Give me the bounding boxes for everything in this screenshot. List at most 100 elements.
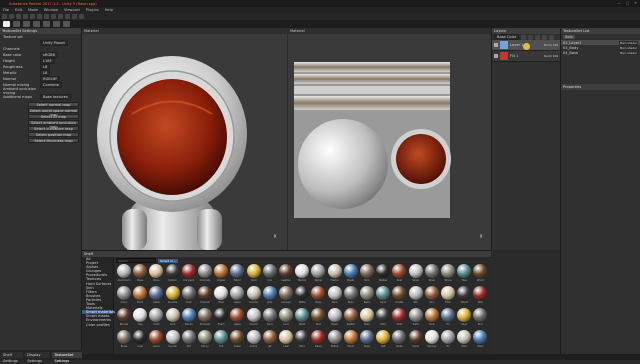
- material-thumbnail[interactable]: [279, 264, 293, 278]
- select-map-button[interactable]: Select ambient occlusion map: [28, 120, 79, 129]
- material-thumbnail[interactable]: [230, 308, 245, 322]
- material-thumbnail[interactable]: [473, 286, 488, 300]
- material-thumbnail[interactable]: [360, 264, 374, 278]
- material-thumbnail[interactable]: [149, 286, 164, 300]
- material-thumbnail[interactable]: [198, 264, 212, 278]
- material-thumbnail[interactable]: [246, 330, 261, 344]
- material-thumbnail[interactable]: [408, 330, 423, 344]
- smudge-icon[interactable]: [43, 21, 50, 27]
- material-thumbnail[interactable]: [360, 330, 374, 344]
- menu-edit[interactable]: Edit: [15, 8, 22, 12]
- material-thumbnail[interactable]: [360, 308, 374, 322]
- material-thumbnail[interactable]: [424, 264, 439, 278]
- material-thumbnail[interactable]: [473, 330, 488, 344]
- shader-dropdown[interactable]: Main shader: [618, 40, 638, 45]
- material-thumbnail[interactable]: [262, 264, 277, 278]
- material-thumbnail[interactable]: [165, 264, 180, 278]
- material-thumbnail[interactable]: [133, 330, 148, 344]
- material-thumbnail[interactable]: [441, 286, 455, 300]
- menu-file[interactable]: File: [3, 8, 9, 12]
- menu-help[interactable]: Help: [105, 8, 113, 12]
- shelf-category[interactable]: Environments: [82, 318, 113, 322]
- tab-textureset-settings[interactable]: TextureSet Settings: [52, 352, 82, 363]
- material-thumbnail[interactable]: [165, 308, 180, 322]
- material-thumbnail[interactable]: [343, 264, 358, 278]
- material-thumbnail[interactable]: [457, 330, 472, 344]
- material-thumbnail[interactable]: [133, 264, 148, 278]
- material-thumbnail[interactable]: [295, 286, 310, 300]
- menu-plugins[interactable]: Plugins: [86, 8, 99, 12]
- material-thumbnail[interactable]: [424, 286, 439, 300]
- menu-viewport[interactable]: Viewport: [64, 8, 80, 12]
- material-thumbnail[interactable]: [246, 264, 261, 278]
- ruler-icon[interactable]: [37, 14, 42, 19]
- material-thumbnail[interactable]: [376, 308, 391, 322]
- material-thumbnail[interactable]: [181, 264, 196, 278]
- color-picker-icon[interactable]: [63, 21, 70, 27]
- material-thumbnail[interactable]: [327, 264, 342, 278]
- eye-icon[interactable]: [494, 43, 498, 47]
- material-thumbnail[interactable]: [279, 308, 293, 322]
- menu-mode[interactable]: Mode: [28, 8, 38, 12]
- settings-row-value[interactable]: Unity Planet: [40, 40, 68, 46]
- material-thumbnail[interactable]: [343, 330, 358, 344]
- material-thumbnail[interactable]: [311, 308, 326, 322]
- material-thumbnail[interactable]: [279, 286, 293, 300]
- select-map-button[interactable]: Select position map: [28, 132, 79, 137]
- material-thumbnail[interactable]: [198, 330, 212, 344]
- shelf-search-input[interactable]: [116, 258, 156, 263]
- material-thumbnail[interactable]: [473, 264, 488, 278]
- settings-row-value[interactable]: Bake textures: [40, 94, 71, 100]
- material-thumbnail[interactable]: [246, 286, 261, 300]
- material-thumbnail[interactable]: [343, 286, 358, 300]
- eraser-icon[interactable]: [13, 21, 20, 27]
- shader-dropdown[interactable]: Main shader: [618, 50, 638, 55]
- paint-brush-icon[interactable]: [3, 21, 10, 27]
- layer-blend[interactable]: Norm 100: [544, 43, 558, 47]
- layer-blend[interactable]: Norm 100: [544, 54, 558, 58]
- material-thumbnail[interactable]: [149, 330, 164, 344]
- delete-icon[interactable]: [549, 34, 555, 40]
- add-mask-icon[interactable]: [535, 34, 541, 40]
- close-button[interactable]: ✕: [634, 1, 637, 5]
- redo-icon[interactable]: [9, 14, 14, 19]
- material-thumbnail[interactable]: [295, 308, 310, 322]
- add-fill-icon[interactable]: [528, 34, 534, 40]
- material-thumbnail[interactable]: [408, 264, 423, 278]
- material-thumbnail[interactable]: [262, 286, 277, 300]
- material-thumbnail[interactable]: [376, 286, 391, 300]
- material-thumbnail[interactable]: [181, 308, 196, 322]
- undo-icon[interactable]: [2, 14, 7, 19]
- shelf-category[interactable]: Color profiles: [82, 323, 113, 327]
- material-thumbnail[interactable]: [214, 264, 229, 278]
- material-thumbnail[interactable]: [230, 286, 245, 300]
- select-map-button[interactable]: Select normal map: [28, 102, 79, 107]
- material-thumbnail[interactable]: [117, 330, 131, 344]
- material-thumbnail[interactable]: [262, 330, 277, 344]
- material-thumbnail[interactable]: [360, 286, 374, 300]
- material-thumbnail[interactable]: [214, 286, 229, 300]
- material-thumbnail[interactable]: [424, 330, 439, 344]
- material-thumbnail[interactable]: [117, 286, 131, 300]
- material-thumbnail[interactable]: [457, 286, 472, 300]
- material-thumbnail[interactable]: [441, 308, 455, 322]
- material-thumbnail[interactable]: [133, 286, 148, 300]
- material-thumbnail[interactable]: [327, 308, 342, 322]
- menu-window[interactable]: Window: [44, 8, 58, 12]
- material-thumbnail[interactable]: [149, 308, 164, 322]
- settings-icon[interactable]: [79, 14, 84, 19]
- add-layer-icon[interactable]: [521, 34, 527, 40]
- viewport-3d[interactable]: Material y: [82, 28, 287, 250]
- material-thumbnail[interactable]: [214, 330, 229, 344]
- material-thumbnail[interactable]: [198, 286, 212, 300]
- material-thumbnail[interactable]: [392, 308, 407, 322]
- material-thumbnail[interactable]: [441, 264, 455, 278]
- material-thumbnail[interactable]: [295, 330, 310, 344]
- material-thumbnail[interactable]: [392, 264, 407, 278]
- material-thumbnail[interactable]: [376, 330, 391, 344]
- material-thumbnail[interactable]: [165, 330, 180, 344]
- solo-button[interactable]: Solo: [563, 35, 575, 39]
- screenshot-icon[interactable]: [30, 14, 35, 19]
- material-thumbnail[interactable]: [327, 330, 342, 344]
- material-thumbnail[interactable]: [181, 330, 196, 344]
